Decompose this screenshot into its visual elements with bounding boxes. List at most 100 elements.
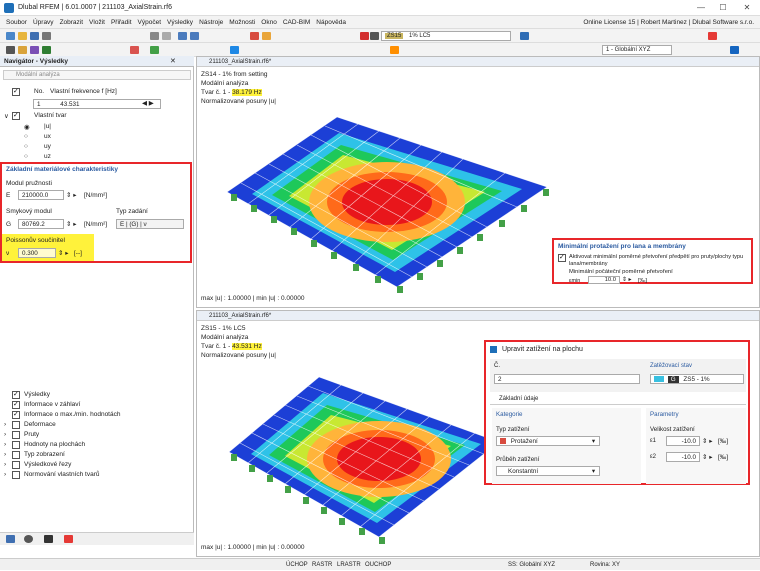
expand-chevron-icon[interactable]: ∨ [4, 112, 9, 120]
open-file-icon[interactable] [18, 32, 27, 40]
tree-surface-values[interactable]: Hodnoty na plochách [24, 441, 85, 448]
tab-basic-data[interactable]: Základní údaje [496, 396, 542, 402]
tree-display-type[interactable]: Typ zobrazení [24, 451, 65, 458]
eigen-frequency-checkbox[interactable] [12, 87, 20, 96]
menu-options[interactable]: Možnosti [229, 19, 255, 26]
min-strain-spinner-icon[interactable]: ⇕ ▸ [622, 277, 631, 283]
elastic-input[interactable]: 210000.0 [18, 190, 64, 200]
tree-expand-icon[interactable]: › [4, 451, 6, 458]
radio-uy[interactable]: ○ [24, 143, 28, 150]
menu-help[interactable]: Nápověda [316, 19, 346, 26]
radio-uz[interactable]: ○ [24, 153, 28, 160]
shear-spinner-icon[interactable]: ⇕ ▸ [66, 220, 77, 228]
analysis-type-select[interactable]: Modální analýza [3, 70, 191, 80]
menu-results[interactable]: Výsledky [167, 19, 193, 26]
tree-expand-icon[interactable]: › [4, 421, 6, 428]
surface-contour-bottom[interactable] [219, 347, 499, 547]
maximize-button[interactable]: ☐ [712, 0, 734, 16]
filter-icon[interactable] [520, 32, 529, 40]
tree-header-info[interactable]: Informace v záhlaví [24, 401, 80, 408]
menu-view[interactable]: Zobrazit [60, 19, 83, 26]
close-button[interactable]: ✕ [736, 0, 758, 16]
view-icon[interactable] [178, 32, 187, 40]
menu-cad-bim[interactable]: CAD-BIM [283, 19, 310, 26]
tree-surface-values-checkbox[interactable] [12, 441, 20, 449]
tree-display-type-checkbox[interactable] [12, 451, 20, 459]
redo-icon[interactable] [162, 32, 171, 40]
tree-members-checkbox[interactable] [12, 431, 20, 439]
tree-expand-icon[interactable]: › [4, 461, 6, 468]
shear-input[interactable]: 80769.2 [18, 219, 64, 229]
results-icon[interactable] [262, 32, 271, 40]
delete-icon[interactable] [708, 32, 717, 40]
mode-shape-checkbox[interactable] [12, 111, 20, 120]
elastic-spinner-icon[interactable]: ⇕ ▸ [66, 191, 77, 199]
radio-ux[interactable]: ○ [24, 133, 28, 140]
select-icon[interactable] [6, 46, 15, 54]
tree-deformation-checkbox[interactable] [12, 421, 20, 429]
load-case-select[interactable]: ZS15 1% LC5 [381, 31, 511, 41]
poisson-input[interactable]: 0.300 [18, 248, 56, 258]
menu-tools[interactable]: Nástroje [199, 19, 223, 26]
save-icon[interactable] [30, 32, 39, 40]
node-icon[interactable] [18, 46, 27, 54]
min-strain-checkbox[interactable] [558, 253, 566, 262]
menu-edit[interactable]: Úpravy [33, 19, 54, 26]
new-file-icon[interactable] [6, 32, 15, 40]
coord-system-select[interactable]: 1 - Globální XYZ [602, 45, 672, 55]
tree-expand-icon[interactable]: › [4, 471, 6, 478]
tree-maxmin-checkbox[interactable] [12, 410, 20, 419]
tree-mode-normalization[interactable]: Normování vlastních tvarů [24, 471, 100, 478]
line-icon[interactable] [30, 46, 39, 54]
e2-spinner-icon[interactable]: ⇕ ▸ [702, 453, 713, 461]
menu-assign[interactable]: Přiřadit [111, 19, 132, 26]
menu-file[interactable]: Soubor [6, 19, 27, 26]
pin-icon[interactable]: ✕ [170, 57, 176, 65]
table-icon[interactable] [190, 32, 199, 40]
status-osnap[interactable]: OUCHOP [365, 559, 391, 571]
tree-expand-icon[interactable]: › [4, 441, 6, 448]
tree-expand-icon[interactable]: › [4, 431, 6, 438]
tree-result-sections[interactable]: Výsledkové řezy [24, 461, 71, 468]
rotate-icon[interactable] [390, 46, 399, 54]
load-no-input[interactable]: 2 [494, 374, 640, 384]
radio-u-total[interactable]: ◉ [24, 123, 30, 131]
viewport-top-tab[interactable]: 211103_AxialStrain.rf6* [197, 57, 759, 67]
menu-calculate[interactable]: Výpočet [138, 19, 162, 26]
tree-members[interactable]: Pruty [24, 431, 39, 438]
print-icon[interactable] [42, 32, 51, 40]
surface-icon[interactable] [130, 46, 139, 54]
tree-deformation[interactable]: Deformace [24, 421, 56, 428]
menu-window[interactable]: Okno [261, 19, 277, 26]
undo-icon[interactable] [150, 32, 159, 40]
freq-nav-arrows-icon[interactable]: ◀ ▶ [142, 99, 154, 107]
minimize-button[interactable]: — [690, 0, 712, 16]
status-snap[interactable]: ÚCHOP [286, 559, 308, 571]
min-strain-input[interactable]: 10.0 [588, 276, 620, 284]
load-case-field[interactable]: G ZS5 - 1% [650, 374, 744, 384]
tree-results[interactable]: Výsledky [24, 391, 50, 398]
input-type-select[interactable]: E | (G) | ν [116, 219, 184, 229]
display-tab-icon[interactable] [24, 535, 33, 543]
status-grid[interactable]: RASTR [312, 559, 332, 571]
poisson-spinner-icon[interactable]: ⇕ ▸ [58, 249, 69, 257]
views-tab-icon[interactable] [44, 535, 53, 543]
distribution-select[interactable]: Konstantní ▾ [496, 466, 600, 476]
e1-input[interactable]: -10.0 [666, 436, 700, 446]
display-icon[interactable] [730, 46, 739, 54]
tree-results-checkbox[interactable] [12, 390, 20, 399]
tree-header-info-checkbox[interactable] [12, 400, 20, 409]
tree-maxmin[interactable]: Informace o max./min. hodnotách [24, 411, 120, 418]
tree-mode-normalization-checkbox[interactable] [12, 471, 20, 479]
data-tab-icon[interactable] [6, 535, 15, 543]
e2-input[interactable]: -10.0 [666, 452, 700, 462]
results-tab-icon[interactable] [64, 535, 73, 543]
menu-insert[interactable]: Vložit [89, 19, 105, 26]
tree-result-sections-checkbox[interactable] [12, 461, 20, 469]
status-lgrid[interactable]: LRASTR [337, 559, 361, 571]
support-icon[interactable] [150, 46, 159, 54]
calculate-icon[interactable] [250, 32, 259, 40]
viewport-bottom-tab[interactable]: 211103_AxialStrain.rf6* [197, 311, 759, 321]
load-icon[interactable] [230, 46, 239, 54]
member-icon[interactable] [42, 46, 51, 54]
